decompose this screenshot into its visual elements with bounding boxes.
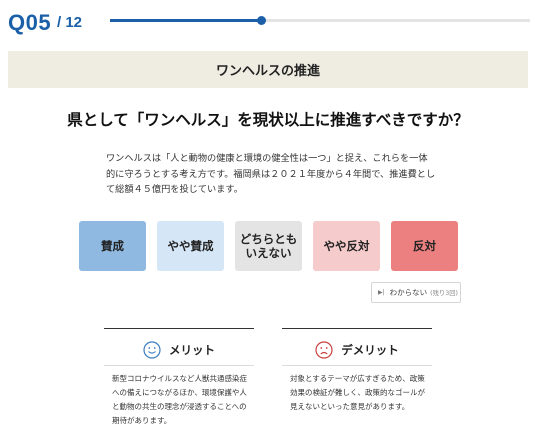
answer-somewhat-disagree-button[interactable]: やや反対 — [313, 221, 380, 271]
question-text: 県として「ワンヘルス」を現状以上に推進すべきですか？ — [67, 111, 469, 129]
skip-label: わからない — [389, 288, 428, 297]
question-description: ワンヘルスは「人と動物の健康と環境の健全性は一つ」と捉え、これらを一体的に守ろう… — [106, 153, 436, 195]
question-number: Q05 — [8, 10, 52, 35]
merit-panel: メリット 新型コロナウイルスなど人獣共通感染症への備えにつながるほか、環境保護や… — [104, 328, 254, 425]
skip-button[interactable]: ▶| わからない (残り3回) — [371, 282, 461, 303]
merit-header: メリット — [104, 341, 254, 359]
answer-neutral-button[interactable]: どちらともいえない — [235, 221, 302, 271]
answer-choices: 賛成 やや賛成 どちらともいえない やや反対 反対 — [79, 221, 458, 271]
skip-icon: ▶| — [378, 289, 385, 296]
merit-divider — [104, 365, 254, 366]
merit-text: 新型コロナウイルスなど人獣共通感染症への備えにつながるほか、環境保護や人と動物の… — [112, 374, 247, 425]
progress-knob — [257, 16, 267, 25]
demerit-text: 対象とするテーマが広すぎるため、政策効果の検証が難しく、政策的なゴールが見えない… — [290, 374, 425, 411]
frown-icon — [315, 341, 333, 359]
progress-bar — [110, 16, 530, 25]
demerit-title: デメリット — [341, 343, 399, 357]
question-total: / 12 — [57, 14, 83, 31]
answer-somewhat-agree-button[interactable]: やや賛成 — [157, 221, 224, 271]
top-bar: Q05 / 12 — [0, 0, 536, 44]
answer-agree-button[interactable]: 賛成 — [79, 221, 146, 271]
smile-icon — [143, 341, 161, 359]
merit-title: メリット — [169, 343, 215, 357]
skip-remaining: (残り3回) — [430, 290, 458, 297]
demerit-header: デメリット — [282, 341, 432, 359]
progress-fill — [110, 19, 262, 22]
section-title: ワンヘルスの推進 — [8, 51, 528, 88]
demerit-divider — [282, 365, 432, 366]
answer-disagree-button[interactable]: 反対 — [391, 221, 458, 271]
demerit-panel: デメリット 対象とするテーマが広すぎるため、政策効果の検証が難しく、政策的なゴー… — [282, 328, 432, 411]
